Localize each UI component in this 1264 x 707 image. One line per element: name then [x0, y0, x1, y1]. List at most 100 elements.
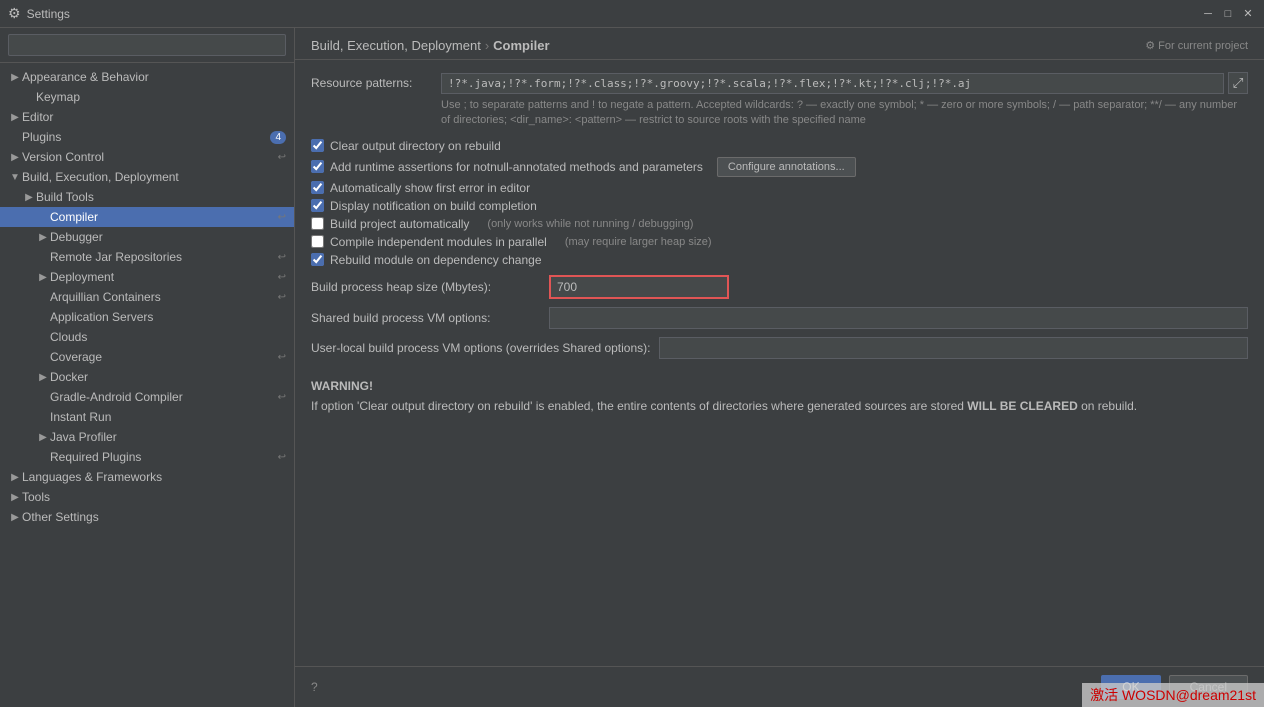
heap-size-input[interactable] [549, 275, 729, 299]
warning-box: WARNING! If option 'Clear output directo… [311, 379, 1248, 415]
sidebar-label-instant-run: Instant Run [50, 410, 111, 424]
breadcrumb-current: Compiler [493, 38, 549, 53]
checkbox-clear-output[interactable] [311, 139, 324, 152]
sidebar-label-gradle-android: Gradle-Android Compiler [50, 390, 183, 404]
sidebar-label-clouds: Clouds [50, 330, 87, 344]
icon-right-remote-jar: ↩ [278, 252, 286, 263]
checkbox-compile-parallel[interactable] [311, 235, 324, 248]
content-area: Build, Execution, Deployment › Compiler … [295, 28, 1264, 707]
sidebar-label-required-plugins: Required Plugins [50, 450, 141, 464]
sidebar-item-tools[interactable]: ▶Tools [0, 487, 294, 507]
sidebar-item-languages-frameworks[interactable]: ▶Languages & Frameworks [0, 467, 294, 487]
sidebar-item-compiler[interactable]: Compiler ↩ [0, 207, 294, 227]
user-local-vm-input[interactable] [659, 337, 1249, 359]
maximize-btn[interactable]: □ [1220, 6, 1236, 22]
checkbox-row-rebuild-module: Rebuild module on dependency change [311, 253, 1248, 267]
sidebar-tree: ▶Appearance & BehaviorKeymap▶EditorPlugi… [0, 63, 294, 707]
sidebar-label-app-servers: Application Servers [50, 310, 153, 324]
sidebar-item-arquillian[interactable]: Arquillian Containers↩ [0, 287, 294, 307]
sidebar-label-appearance-behavior: Appearance & Behavior [22, 70, 149, 84]
sidebar-item-build-tools[interactable]: ▶Build Tools [0, 187, 294, 207]
sidebar-item-other-settings[interactable]: ▶Other Settings [0, 507, 294, 527]
sidebar-item-required-plugins[interactable]: Required Plugins ↩ [0, 447, 294, 467]
icon-right-coverage: ↩ [278, 352, 286, 363]
shared-vm-label: Shared build process VM options: [311, 311, 541, 325]
title-bar: ⚙ Settings ─ □ ✕ [0, 0, 1264, 28]
sidebar-label-version-control: Version Control [22, 150, 104, 164]
sidebar-label-compiler: Compiler [50, 210, 98, 224]
resource-patterns-label: Resource patterns: [311, 72, 441, 90]
sidebar-label-tools: Tools [22, 490, 50, 504]
minimize-btn[interactable]: ─ [1200, 6, 1216, 22]
tree-arrow-debugger: ▶ [36, 232, 50, 243]
sidebar-item-build-execution[interactable]: ▼Build, Execution, Deployment [0, 167, 294, 187]
sidebar-item-editor[interactable]: ▶Editor [0, 107, 294, 127]
checkbox-label-show-first-error: Automatically show first error in editor [330, 181, 530, 195]
sidebar-label-docker: Docker [50, 370, 88, 384]
sidebar-item-clouds[interactable]: Clouds [0, 327, 294, 347]
checkbox-label-clear-output: Clear output directory on rebuild [330, 139, 501, 153]
resource-patterns-input-row: ⤢ [441, 72, 1248, 94]
sidebar-item-app-servers[interactable]: Application Servers [0, 307, 294, 327]
checkbox-show-first-error[interactable] [311, 181, 324, 194]
close-btn[interactable]: ✕ [1240, 6, 1256, 22]
icon-right-compiler: ↩ [278, 212, 286, 223]
app-icon: ⚙ [8, 5, 21, 22]
checkbox-row-clear-output: Clear output directory on rebuild [311, 139, 1248, 153]
sidebar-label-keymap: Keymap [36, 90, 80, 104]
checkbox-label-add-runtime: Add runtime assertions for notnull-annot… [330, 160, 703, 174]
sidebar-item-docker[interactable]: ▶Docker [0, 367, 294, 387]
settings-sidebar: ▶Appearance & BehaviorKeymap▶EditorPlugi… [0, 28, 295, 707]
sidebar-item-plugins[interactable]: Plugins4 [0, 127, 294, 147]
resource-patterns-section: Resource patterns: ⤢ Use ; to separate p… [311, 72, 1248, 129]
checkbox-label-rebuild-module: Rebuild module on dependency change [330, 253, 542, 267]
content-header: Build, Execution, Deployment › Compiler … [295, 28, 1264, 60]
sidebar-item-deployment[interactable]: ▶Deployment↩ [0, 267, 294, 287]
resource-patterns-right: ⤢ Use ; to separate patterns and ! to ne… [441, 72, 1248, 129]
configure-annotations-btn[interactable]: Configure annotations... [717, 157, 856, 177]
sidebar-item-coverage[interactable]: Coverage↩ [0, 347, 294, 367]
badge-plugins: 4 [270, 131, 286, 144]
sidebar-label-languages-frameworks: Languages & Frameworks [22, 470, 162, 484]
sidebar-item-instant-run[interactable]: Instant Run [0, 407, 294, 427]
checkbox-rebuild-module[interactable] [311, 253, 324, 266]
breadcrumb-separator: › [485, 38, 489, 53]
icon-right-gradle-android: ↩ [278, 392, 286, 403]
sidebar-label-other-settings: Other Settings [22, 510, 99, 524]
sidebar-item-remote-jar[interactable]: Remote Jar Repositories ↩ [0, 247, 294, 267]
sidebar-item-java-profiler[interactable]: ▶Java Profiler [0, 427, 294, 447]
tree-arrow-editor: ▶ [8, 112, 22, 123]
sidebar-search-input[interactable] [8, 34, 286, 56]
sidebar-label-deployment: Deployment [50, 270, 114, 284]
icon-right-required-plugins: ↩ [278, 452, 286, 463]
checkbox-display-notification[interactable] [311, 199, 324, 212]
warning-title: WARNING! [311, 379, 1248, 393]
tree-arrow-tools: ▶ [8, 492, 22, 503]
icon-right-arquillian: ↩ [278, 292, 286, 303]
checkbox-build-auto[interactable] [311, 217, 324, 230]
sidebar-item-keymap[interactable]: Keymap [0, 87, 294, 107]
content-body: Resource patterns: ⤢ Use ; to separate p… [295, 60, 1264, 666]
sidebar-item-version-control[interactable]: ▶Version Control↩ [0, 147, 294, 167]
tree-arrow-build-execution: ▼ [8, 172, 22, 183]
user-local-vm-label: User-local build process VM options (ove… [311, 341, 651, 355]
checkbox-row-add-runtime: Add runtime assertions for notnull-annot… [311, 157, 1248, 177]
resource-patterns-expand-btn[interactable]: ⤢ [1228, 72, 1248, 94]
checkbox-label-build-auto: Build project automatically [330, 217, 469, 231]
checkbox-note-compile-parallel: (may require larger heap size) [565, 236, 712, 248]
sidebar-item-debugger[interactable]: ▶Debugger [0, 227, 294, 247]
tree-arrow-build-tools: ▶ [22, 192, 36, 203]
sidebar-search-container [0, 28, 294, 63]
sidebar-label-build-tools: Build Tools [36, 190, 94, 204]
sidebar-item-gradle-android[interactable]: Gradle-Android Compiler ↩ [0, 387, 294, 407]
tree-arrow-appearance-behavior: ▶ [8, 72, 22, 83]
shared-vm-input[interactable] [549, 307, 1248, 329]
resource-patterns-input[interactable] [441, 73, 1224, 94]
sidebar-label-remote-jar: Remote Jar Repositories [50, 250, 182, 264]
dialog-title: Settings [27, 7, 70, 21]
checkbox-add-runtime[interactable] [311, 160, 324, 173]
sidebar-item-appearance-behavior[interactable]: ▶Appearance & Behavior [0, 67, 294, 87]
warning-text: If option 'Clear output directory on reb… [311, 397, 1248, 415]
help-icon[interactable]: ? [311, 680, 318, 694]
sidebar-label-java-profiler: Java Profiler [50, 430, 117, 444]
